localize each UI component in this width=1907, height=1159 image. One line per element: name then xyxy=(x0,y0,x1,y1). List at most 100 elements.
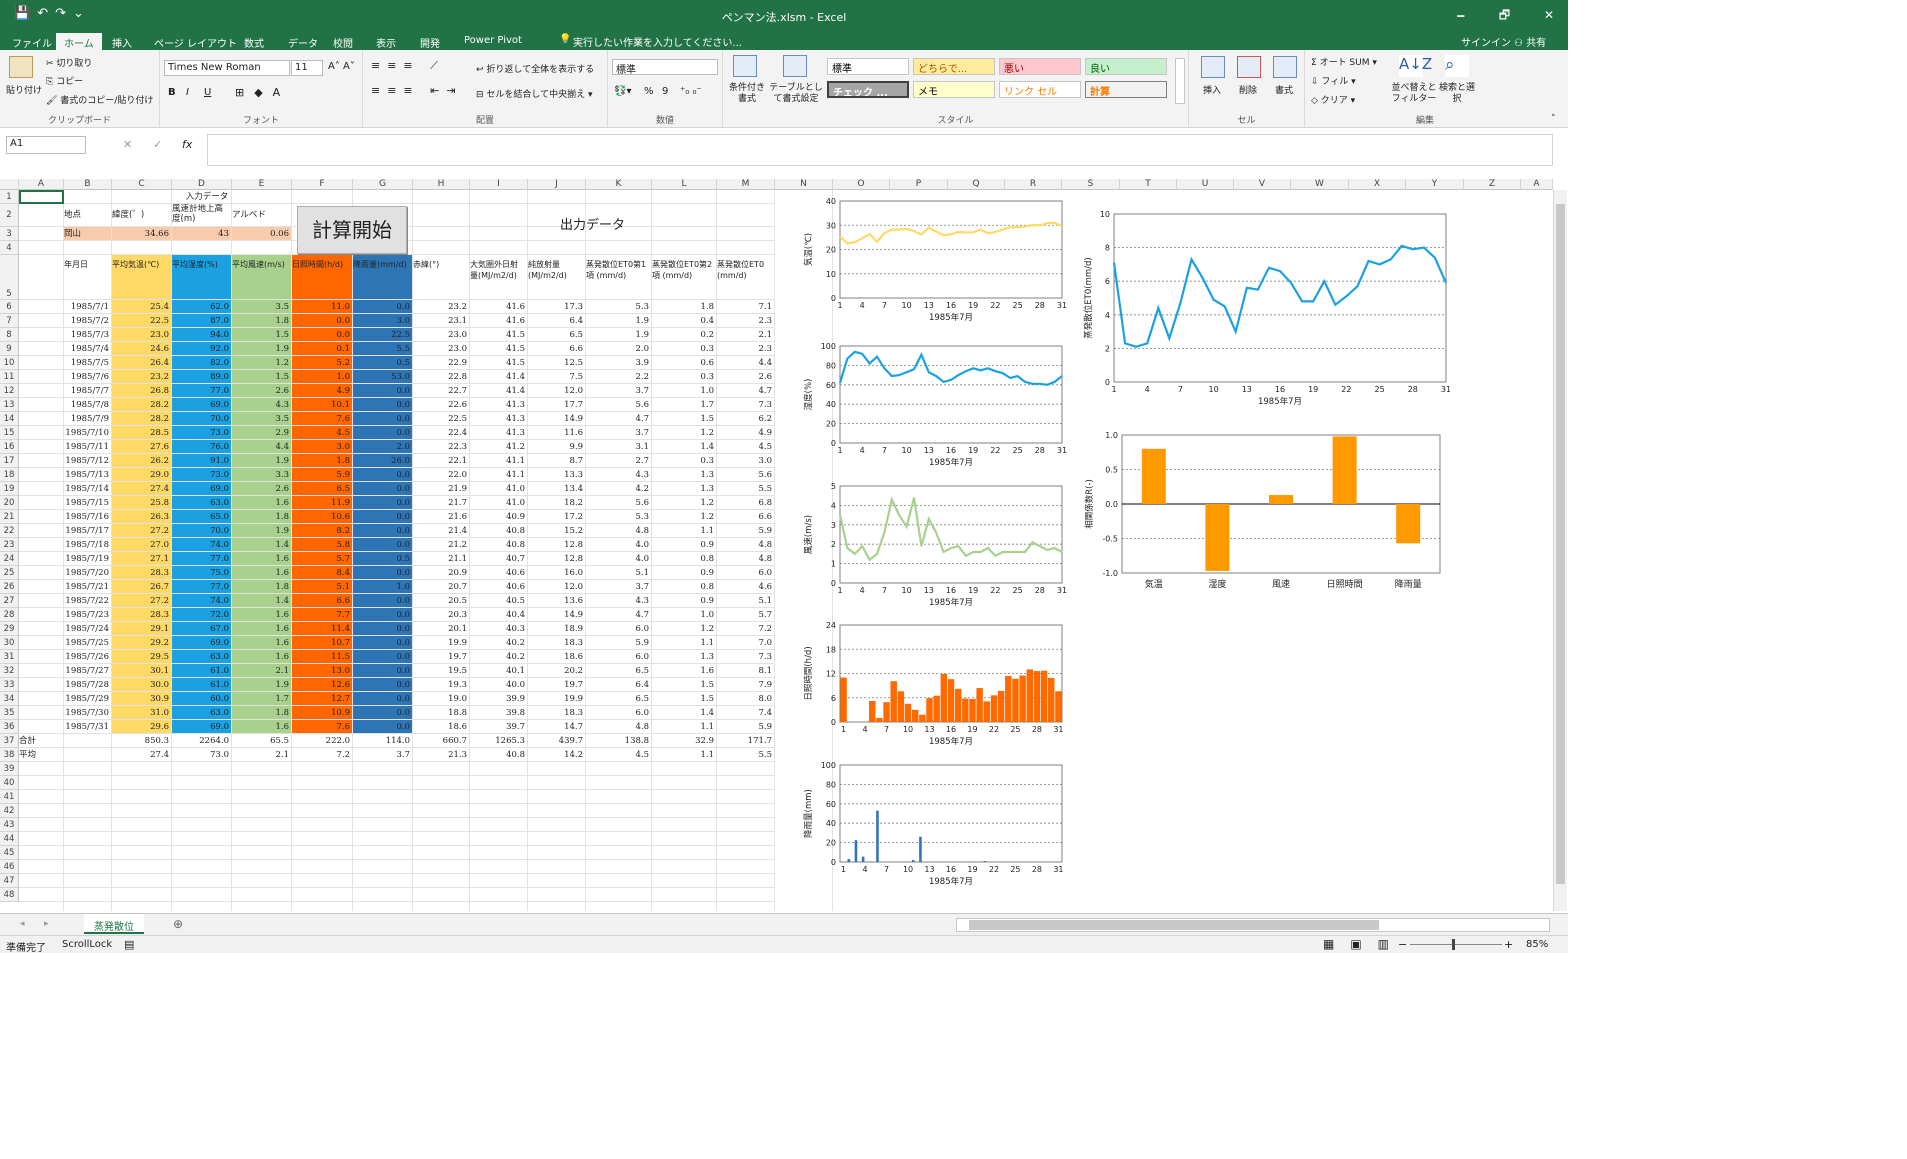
data-cell[interactable]: 25.8 xyxy=(112,496,172,510)
data-cell[interactable]: 11.5 xyxy=(292,650,353,664)
data-cell[interactable]: 21.1 xyxy=(413,552,470,566)
macro-record-icon[interactable]: ▤ xyxy=(124,938,134,951)
chart-container-4[interactable]: 0 20 40 60 80 100 降雨量(mm) 1 4 7 10 13 16 19 22 25 28 31 19… xyxy=(800,759,1070,894)
data-cell[interactable]: 9.9 xyxy=(528,440,586,454)
data-cell[interactable]: 40.0 xyxy=(470,678,528,692)
data-cell[interactable]: 1985/7/20 xyxy=(64,566,112,580)
row-header[interactable]: 13 xyxy=(0,398,19,412)
data-cell[interactable]: 60.0 xyxy=(172,692,232,706)
data-cell[interactable]: 41.3 xyxy=(470,426,528,440)
data-cell[interactable]: 1.5 xyxy=(232,370,292,384)
column-header-D[interactable]: D xyxy=(172,179,232,190)
data-cell[interactable]: 41.6 xyxy=(470,314,528,328)
data-cell[interactable]: 10.7 xyxy=(292,636,353,650)
data-cell[interactable]: 21.9 xyxy=(413,482,470,496)
data-cell[interactable]: 63.0 xyxy=(172,706,232,720)
column-header-U[interactable]: U xyxy=(1177,179,1234,190)
data-cell[interactable]: 91.0 xyxy=(172,454,232,468)
bar-mark[interactable] xyxy=(947,679,955,722)
data-cell[interactable]: 20.5 xyxy=(413,594,470,608)
data-cell[interactable]: 6.6 xyxy=(292,594,353,608)
data-cell[interactable]: 1.1 xyxy=(652,636,717,650)
data-cell[interactable]: 11.4 xyxy=(292,622,353,636)
data-cell[interactable]: 14.9 xyxy=(528,412,586,426)
data-cell[interactable]: 0.0 xyxy=(353,482,413,496)
data-cell[interactable]: 6.0 xyxy=(717,566,775,580)
data-cell[interactable]: 14.9 xyxy=(528,608,586,622)
row-header[interactable]: 44 xyxy=(0,832,19,846)
data-cell[interactable]: 0.8 xyxy=(652,580,717,594)
data-cell[interactable]: 40.3 xyxy=(470,622,528,636)
column-header-M[interactable]: M xyxy=(717,179,775,190)
sheet-nav-prev-icon[interactable]: ◂ xyxy=(20,919,25,929)
data-cell[interactable]: 4.9 xyxy=(292,384,353,398)
data-cell[interactable]: 0.0 xyxy=(353,468,413,482)
column-header-R[interactable]: R xyxy=(1005,179,1062,190)
data-cell[interactable]: 2.2 xyxy=(586,370,652,384)
data-cell[interactable]: 29.6 xyxy=(112,720,172,734)
data-cell[interactable]: 62.0 xyxy=(172,300,232,314)
data-cell[interactable]: 4.8 xyxy=(717,538,775,552)
data-cell[interactable]: 0.0 xyxy=(353,538,413,552)
row-header[interactable]: 12 xyxy=(0,384,19,398)
column-title-2[interactable]: 平均湿度(%) xyxy=(172,255,232,300)
row-header[interactable]: 6 xyxy=(0,300,19,314)
data-cell[interactable]: 1.8 xyxy=(652,300,717,314)
chart-container-6[interactable]: -1.0 -0.5 0.0 0.5 1.0 相関係数R(-) 気温 湿度 風速 日照時間 降雨量 xyxy=(1080,427,1450,597)
data-cell[interactable]: 22.3 xyxy=(413,440,470,454)
data-cell[interactable]: 1.9 xyxy=(232,342,292,356)
data-cell[interactable]: 0.0 xyxy=(353,566,413,580)
data-cell[interactable]: 5.6 xyxy=(586,496,652,510)
data-cell[interactable]: 5.3 xyxy=(586,510,652,524)
data-cell[interactable]: 31.0 xyxy=(112,706,172,720)
column-header-O[interactable]: O xyxy=(833,179,890,190)
data-cell[interactable]: 2.7 xyxy=(586,454,652,468)
data-cell[interactable]: 1.6 xyxy=(232,720,292,734)
total-cell[interactable]: 850.3 xyxy=(112,734,172,748)
data-cell[interactable]: 23.0 xyxy=(112,328,172,342)
data-cell[interactable]: 1.4 xyxy=(652,440,717,454)
row-header[interactable]: 33 xyxy=(0,678,19,692)
data-cell[interactable]: 29.2 xyxy=(112,636,172,650)
data-cell[interactable]: 4.4 xyxy=(232,440,292,454)
column-title-5[interactable]: 降雨量(mm/d) xyxy=(353,255,413,300)
data-cell[interactable]: 20.7 xyxy=(413,580,470,594)
bar-mark[interactable] xyxy=(883,702,890,722)
data-cell[interactable]: 41.4 xyxy=(470,370,528,384)
data-cell[interactable]: 27.6 xyxy=(112,440,172,454)
data-cell[interactable]: 0.6 xyxy=(652,356,717,370)
data-cell[interactable]: 0.3 xyxy=(652,454,717,468)
data-cell[interactable]: 1.3 xyxy=(652,482,717,496)
data-cell[interactable]: 1.5 xyxy=(652,678,717,692)
data-cell[interactable]: 4.7 xyxy=(586,412,652,426)
data-cell[interactable]: 73.0 xyxy=(172,426,232,440)
total-cell[interactable]: 2264.0 xyxy=(172,734,232,748)
bar-mark[interactable] xyxy=(1012,678,1019,722)
data-cell[interactable]: 4.7 xyxy=(586,608,652,622)
data-cell[interactable]: 41.4 xyxy=(470,384,528,398)
average-cell[interactable]: 7.2 xyxy=(292,748,353,762)
data-cell[interactable]: 89.0 xyxy=(172,370,232,384)
data-cell[interactable]: 24.6 xyxy=(112,342,172,356)
data-cell[interactable]: 1985/7/30 xyxy=(64,706,112,720)
data-cell[interactable]: 1.6 xyxy=(232,608,292,622)
data-cell[interactable]: 19.9 xyxy=(528,692,586,706)
chart-container-1[interactable]: 0 20 40 60 80 100 湿度(%) 1 4 7 10 13 16 19 22 25 28 31 1985… xyxy=(800,340,1070,475)
row-header[interactable]: 29 xyxy=(0,622,19,636)
data-cell[interactable]: 4.5 xyxy=(292,426,353,440)
data-cell[interactable]: 0.2 xyxy=(652,328,717,342)
bar-mark[interactable] xyxy=(1048,677,1055,722)
data-cell[interactable]: 1.9 xyxy=(586,328,652,342)
bar-mark[interactable] xyxy=(861,856,865,862)
data-cell[interactable]: 40.1 xyxy=(470,664,528,678)
data-cell[interactable]: 4.3 xyxy=(232,398,292,412)
column-title-9[interactable]: 蒸発散位ET0第1項 (mm/d) xyxy=(586,255,652,300)
data-cell[interactable]: 1985/7/28 xyxy=(64,678,112,692)
data-cell[interactable]: 41.3 xyxy=(470,412,528,426)
data-cell[interactable]: 1.3 xyxy=(652,650,717,664)
data-cell[interactable]: 1985/7/26 xyxy=(64,650,112,664)
data-cell[interactable]: 26.8 xyxy=(112,384,172,398)
data-cell[interactable]: 3.0 xyxy=(353,314,413,328)
value-place[interactable]: 岡山 xyxy=(64,227,112,241)
data-cell[interactable]: 19.0 xyxy=(413,692,470,706)
